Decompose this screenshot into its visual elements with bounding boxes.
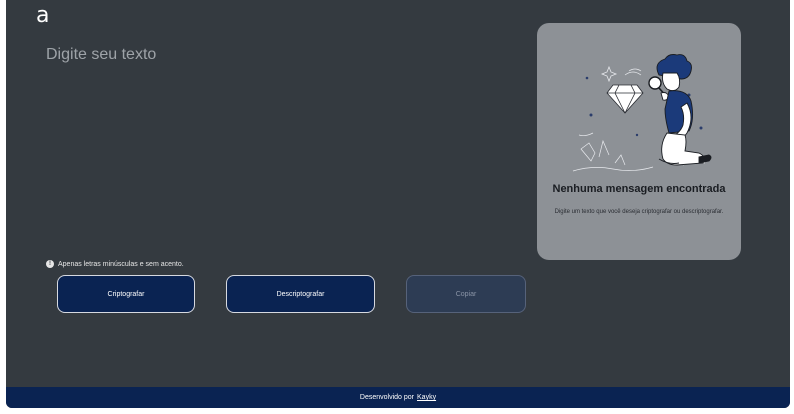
empty-state-subtitle: Digite um texto que você deseja criptogr…	[554, 209, 724, 215]
encrypt-button[interactable]: Criptografar	[57, 275, 195, 313]
decrypt-button[interactable]: Descriptografar	[226, 275, 375, 313]
footer: Desenvolvido por Kayky	[6, 387, 790, 408]
result-panel: Nenhuma mensagem encontrada Digite um te…	[537, 23, 741, 260]
message-input[interactable]	[46, 46, 516, 246]
empty-state-title: Nenhuma mensagem encontrada	[552, 183, 726, 195]
searching-person-illustration	[572, 54, 712, 172]
input-hint: ! Apenas letras minúsculas e sem acento.	[46, 260, 184, 268]
info-icon: !	[46, 260, 54, 268]
author-link[interactable]: Kayky	[417, 394, 436, 401]
copy-button[interactable]: Copiar	[406, 275, 526, 313]
footer-text: Desenvolvido por	[359, 394, 415, 401]
logo[interactable]: a	[36, 4, 49, 28]
app-frame: a ! Apenas letras minúsculas e sem acent…	[6, 0, 790, 408]
hint-text: Apenas letras minúsculas e sem acento.	[58, 260, 184, 268]
